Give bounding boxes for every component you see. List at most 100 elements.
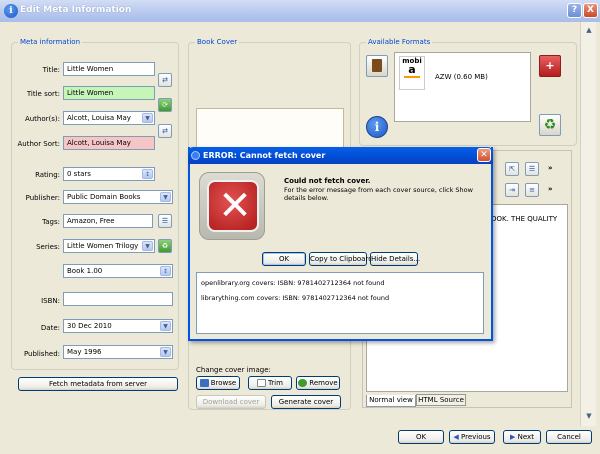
chevron-down-icon[interactable]: ▼	[160, 347, 171, 357]
spin-arrows-icon[interactable]: ↕	[142, 169, 153, 179]
error-detail-line: openlibrary.org covers: ISBN: 9781402712…	[201, 279, 385, 287]
title-label: Title:	[42, 66, 60, 74]
formats-list[interactable]: mobi a AZW (0.60 MB)	[394, 52, 531, 122]
recycle-icon: ♻	[161, 242, 169, 250]
comments-text: OOK. THE QUALITY	[491, 215, 558, 223]
align-icon: ≡	[529, 186, 535, 194]
scroll-down-icon[interactable]: ▼	[584, 412, 594, 422]
error-ok-button[interactable]: OK	[262, 252, 306, 266]
generate-cover-button[interactable]: Generate cover	[271, 395, 341, 409]
fetch-metadata-button[interactable]: Fetch metadata from server	[18, 377, 178, 391]
series-label: Series:	[36, 243, 60, 251]
error-details-box[interactable]: openlibrary.org covers: ISBN: 9781402712…	[196, 272, 484, 334]
error-detail-line: librarything.com covers: ISBN: 978140271…	[201, 294, 390, 302]
tab-html-source[interactable]: HTML Source	[416, 394, 466, 406]
window-close-button[interactable]: X	[583, 3, 598, 18]
authors-combobox[interactable]: Alcott, Louisa May ▼	[63, 111, 155, 125]
amazon-a-glyph: a	[408, 63, 416, 76]
toolbar-cursor-button[interactable]: ⇱	[505, 162, 519, 176]
previous-button[interactable]: ◀ Previous	[449, 430, 495, 444]
available-formats-legend: Available Formats	[366, 38, 433, 46]
error-heading: Could not fetch cover.	[284, 177, 371, 185]
trim-label: Trim	[268, 379, 283, 387]
chevron-down-icon[interactable]: ▼	[142, 241, 153, 251]
browse-label: Browse	[210, 379, 237, 387]
publisher-combobox[interactable]: Public Domain Books ▼	[63, 190, 173, 204]
title-input[interactable]: Little Women	[63, 62, 155, 76]
remove-unused-series-button[interactable]: ♻	[158, 239, 172, 253]
toolbar-list-button[interactable]: ☰	[525, 162, 539, 176]
rating-label: Rating:	[35, 171, 60, 179]
remove-format-button[interactable]: +	[539, 55, 561, 77]
toolbar-more-icon[interactable]: »	[548, 164, 553, 172]
hide-details-button[interactable]: Hide Details...	[370, 252, 420, 266]
swap-title-author-button[interactable]: ⇄	[158, 73, 172, 87]
format-description[interactable]: AZW (0.60 MB)	[435, 73, 488, 81]
add-format-button[interactable]	[366, 55, 388, 77]
error-dialog-title: ERROR: Cannot fetch cover	[203, 151, 326, 160]
window-title: Edit Meta Information	[20, 5, 132, 15]
date-picker[interactable]: 30 Dec 2010 ▼	[63, 319, 173, 333]
remove-cover-button[interactable]: Remove	[296, 376, 340, 390]
help-button[interactable]: ?	[567, 3, 582, 18]
series-combobox[interactable]: Little Women Trilogy ▼	[63, 239, 155, 253]
toolbar-align-button[interactable]: ≡	[525, 183, 539, 197]
manage-authors-button[interactable]: ⇄	[158, 124, 172, 138]
remove-label: Remove	[309, 379, 338, 387]
publisher-value: Public Domain Books	[67, 193, 141, 201]
indent-icon: ⇥	[509, 186, 515, 194]
rating-spinbox[interactable]: 0 stars ↕	[63, 167, 155, 181]
edit-icon: ⇄	[162, 127, 168, 135]
arrow-right-icon: ▶	[510, 433, 518, 441]
isbn-input[interactable]	[63, 292, 173, 306]
folder-icon	[199, 379, 209, 387]
series-index-spinbox[interactable]: Book 1.00 ↕	[63, 264, 173, 278]
published-label: Published:	[23, 350, 60, 358]
error-icon: ✕	[199, 172, 265, 240]
error-dialog-close-button[interactable]: ✕	[477, 148, 491, 162]
isbn-label: ISBN:	[41, 297, 60, 305]
chevron-down-icon[interactable]: ▼	[142, 113, 153, 123]
tab-normal-view[interactable]: Normal view	[366, 395, 416, 407]
authors-label: Author(s):	[24, 115, 60, 123]
trim-icon	[257, 379, 267, 387]
error-x-glyph: ✕	[218, 183, 252, 229]
browse-button[interactable]: Browse	[196, 376, 240, 390]
author-sort-label: Author Sort:	[17, 140, 61, 148]
next-button[interactable]: ▶ Next	[503, 430, 541, 444]
vertical-scrollbar[interactable]: ▲ ▼	[580, 22, 596, 426]
download-cover-button[interactable]: Download cover	[196, 395, 266, 409]
chevron-down-icon[interactable]: ▼	[160, 321, 171, 331]
format-info-button[interactable]: i	[366, 116, 388, 138]
tags-label: Tags:	[42, 218, 60, 226]
ok-button[interactable]: OK	[398, 430, 444, 444]
book-cover-legend: Book Cover	[195, 38, 240, 46]
toolbar-indent-button[interactable]: ⇥	[505, 183, 519, 197]
info-icon: i	[4, 4, 18, 18]
error-message: For the error message from each cover so…	[284, 186, 473, 202]
cancel-button[interactable]: Cancel	[546, 430, 592, 444]
tags-input[interactable]: Amazon, Free	[63, 214, 153, 228]
window-titlebar: i Edit Meta Information ? X	[0, 0, 600, 22]
publisher-label: Publisher:	[25, 194, 60, 202]
use-format-cover-button[interactable]: ♻	[539, 114, 561, 136]
auto-title-sort-button[interactable]: ⟳	[158, 98, 172, 112]
chevron-down-icon[interactable]: ▼	[160, 192, 171, 202]
error-icon-badge: ✕	[207, 180, 259, 232]
published-picker[interactable]: May 1996 ▼	[63, 345, 173, 359]
author-sort-input[interactable]: Alcott, Louisa May	[63, 136, 155, 150]
tag-editor-icon: ☰	[161, 217, 169, 225]
list-icon: ☰	[528, 165, 536, 173]
toolbar-more-icon-2[interactable]: »	[548, 185, 553, 193]
edit-tags-button[interactable]: ☰	[158, 214, 172, 228]
authors-value: Alcott, Louisa May	[67, 114, 131, 122]
spin-arrows-icon[interactable]: ↕	[160, 266, 171, 276]
recycle-icon: ♻	[543, 117, 557, 133]
scroll-up-icon[interactable]: ▲	[584, 26, 594, 36]
auto-icon: ⟳	[162, 101, 168, 109]
title-sort-label: Title sort:	[26, 90, 60, 98]
next-label: Next	[517, 433, 534, 441]
copy-to-clipboard-button[interactable]: Copy to Clipboard	[309, 252, 373, 266]
title-sort-input[interactable]: Little Women	[63, 86, 155, 100]
trim-button[interactable]: Trim	[248, 376, 292, 390]
